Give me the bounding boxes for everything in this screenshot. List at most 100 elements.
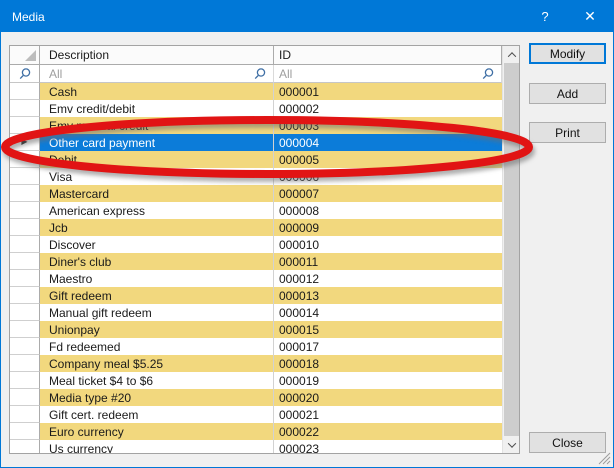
cell-description[interactable]: Emv manual credit bbox=[40, 117, 274, 134]
cell-id[interactable]: 000006 bbox=[274, 168, 502, 185]
cell-id[interactable]: 000012 bbox=[274, 270, 502, 287]
cell-id[interactable]: 000005 bbox=[274, 151, 502, 168]
cell-description[interactable]: Visa bbox=[40, 168, 274, 185]
cell-id[interactable]: 000009 bbox=[274, 219, 502, 236]
description-filter-input[interactable]: All bbox=[40, 65, 274, 83]
cell-description[interactable]: Cash bbox=[40, 83, 274, 100]
cell-description[interactable]: Media type #20 bbox=[40, 389, 274, 406]
row-selector-cell[interactable] bbox=[10, 151, 40, 168]
cell-id[interactable]: 000008 bbox=[274, 202, 502, 219]
row-selector-cell[interactable] bbox=[10, 423, 40, 440]
row-selector-cell[interactable] bbox=[10, 406, 40, 423]
select-all-corner-cell[interactable] bbox=[10, 46, 40, 65]
table-row[interactable]: Diner's club000011 bbox=[10, 253, 502, 270]
table-row[interactable]: Unionpay000015 bbox=[10, 321, 502, 338]
table-row[interactable]: American express000008 bbox=[10, 202, 502, 219]
cell-description[interactable]: Company meal $5.25 bbox=[40, 355, 274, 372]
cell-description[interactable]: Unionpay bbox=[40, 321, 274, 338]
cell-description[interactable]: Diner's club bbox=[40, 253, 274, 270]
row-selector-cell[interactable] bbox=[10, 321, 40, 338]
cell-id[interactable]: 000003 bbox=[274, 117, 502, 134]
cell-description[interactable]: Manual gift redeem bbox=[40, 304, 274, 321]
row-selector-cell[interactable] bbox=[10, 355, 40, 372]
search-icon[interactable] bbox=[253, 67, 267, 81]
id-filter-input[interactable]: All bbox=[274, 65, 502, 83]
table-row[interactable]: Debit000005 bbox=[10, 151, 502, 168]
row-selector-cell[interactable] bbox=[10, 287, 40, 304]
row-selector-cell[interactable] bbox=[10, 389, 40, 406]
column-header-id[interactable]: ID bbox=[274, 46, 502, 65]
table-row[interactable]: Cash000001 bbox=[10, 83, 502, 100]
cell-id[interactable]: 000013 bbox=[274, 287, 502, 304]
table-row[interactable]: Discover000010 bbox=[10, 236, 502, 253]
table-row[interactable]: ▶Other card payment000004 bbox=[10, 134, 502, 151]
column-header-description[interactable]: Description bbox=[40, 46, 274, 65]
cell-id[interactable]: 000020 bbox=[274, 389, 502, 406]
row-selector-cell[interactable] bbox=[10, 168, 40, 185]
cell-id[interactable]: 000014 bbox=[274, 304, 502, 321]
row-selector-cell[interactable] bbox=[10, 304, 40, 321]
print-button[interactable]: Print bbox=[529, 122, 606, 143]
row-selector-cell[interactable] bbox=[10, 253, 40, 270]
table-row[interactable]: Gift redeem000013 bbox=[10, 287, 502, 304]
cell-id[interactable]: 000011 bbox=[274, 253, 502, 270]
filter-selector-cell[interactable] bbox=[10, 65, 40, 83]
cell-id[interactable]: 000018 bbox=[274, 355, 502, 372]
row-selector-cell[interactable] bbox=[10, 185, 40, 202]
cell-id[interactable]: 000015 bbox=[274, 321, 502, 338]
cell-description[interactable]: Us currency bbox=[40, 440, 274, 453]
table-row[interactable]: Media type #20000020 bbox=[10, 389, 502, 406]
cell-id[interactable]: 000004 bbox=[274, 134, 502, 151]
cell-description[interactable]: Gift cert. redeem bbox=[40, 406, 274, 423]
table-row[interactable]: Euro currency000022 bbox=[10, 423, 502, 440]
row-selector-cell[interactable] bbox=[10, 440, 40, 453]
table-row[interactable]: Fd redeemed000017 bbox=[10, 338, 502, 355]
cell-id[interactable]: 000001 bbox=[274, 83, 502, 100]
help-button[interactable]: ? bbox=[524, 1, 566, 32]
row-selector-cell[interactable] bbox=[10, 83, 40, 100]
scroll-up-icon[interactable] bbox=[503, 46, 520, 63]
table-row[interactable]: Meal ticket $4 to $6000019 bbox=[10, 372, 502, 389]
row-selector-cell[interactable]: ▶ bbox=[10, 134, 40, 151]
cell-id[interactable]: 000021 bbox=[274, 406, 502, 423]
cell-description[interactable]: Fd redeemed bbox=[40, 338, 274, 355]
row-selector-cell[interactable] bbox=[10, 372, 40, 389]
close-button[interactable]: Close bbox=[529, 432, 606, 453]
search-icon[interactable] bbox=[481, 67, 495, 81]
cell-description[interactable]: Mastercard bbox=[40, 185, 274, 202]
cell-description[interactable]: Other card payment bbox=[40, 134, 274, 151]
row-selector-cell[interactable] bbox=[10, 100, 40, 117]
table-row[interactable]: Emv manual credit000003 bbox=[10, 117, 502, 134]
cell-description[interactable]: Gift redeem bbox=[40, 287, 274, 304]
vertical-scrollbar[interactable] bbox=[502, 46, 519, 453]
cell-description[interactable]: Euro currency bbox=[40, 423, 274, 440]
cell-id[interactable]: 000023 bbox=[274, 440, 502, 453]
cell-description[interactable]: Maestro bbox=[40, 270, 274, 287]
cell-id[interactable]: 000022 bbox=[274, 423, 502, 440]
row-selector-cell[interactable] bbox=[10, 202, 40, 219]
scroll-down-icon[interactable] bbox=[503, 436, 520, 453]
row-selector-cell[interactable] bbox=[10, 219, 40, 236]
cell-description[interactable]: Jcb bbox=[40, 219, 274, 236]
table-row[interactable]: Gift cert. redeem000021 bbox=[10, 406, 502, 423]
scrollbar-thumb[interactable] bbox=[504, 63, 519, 436]
cell-description[interactable]: Meal ticket $4 to $6 bbox=[40, 372, 274, 389]
cell-id[interactable]: 000017 bbox=[274, 338, 502, 355]
row-selector-cell[interactable] bbox=[10, 117, 40, 134]
table-row[interactable]: Emv credit/debit000002 bbox=[10, 100, 502, 117]
table-row[interactable]: Jcb000009 bbox=[10, 219, 502, 236]
table-row[interactable]: Visa000006 bbox=[10, 168, 502, 185]
resize-grip-icon[interactable] bbox=[598, 452, 611, 465]
table-row[interactable]: Mastercard000007 bbox=[10, 185, 502, 202]
table-row[interactable]: Company meal $5.25000018 bbox=[10, 355, 502, 372]
row-selector-cell[interactable] bbox=[10, 338, 40, 355]
table-row[interactable]: Manual gift redeem000014 bbox=[10, 304, 502, 321]
table-row[interactable]: Maestro000012 bbox=[10, 270, 502, 287]
cell-id[interactable]: 000019 bbox=[274, 372, 502, 389]
cell-id[interactable]: 000007 bbox=[274, 185, 502, 202]
cell-description[interactable]: American express bbox=[40, 202, 274, 219]
cell-description[interactable]: Debit bbox=[40, 151, 274, 168]
close-icon[interactable]: ✕ bbox=[569, 1, 611, 32]
row-selector-cell[interactable] bbox=[10, 270, 40, 287]
cell-id[interactable]: 000010 bbox=[274, 236, 502, 253]
